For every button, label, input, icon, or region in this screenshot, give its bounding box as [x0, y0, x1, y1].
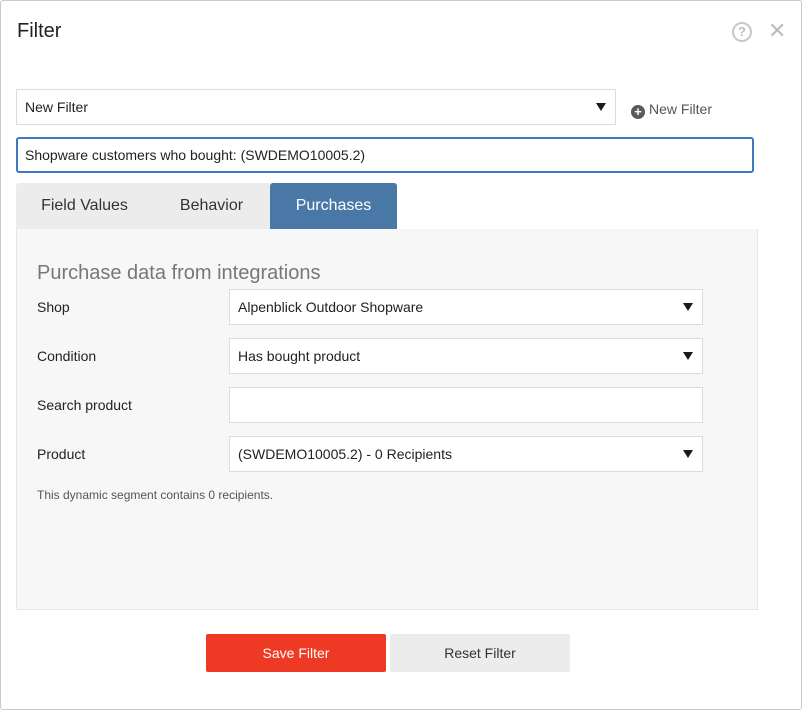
- filter-select[interactable]: New Filter: [16, 89, 616, 125]
- product-label: Product: [37, 446, 86, 462]
- dialog-title: Filter: [17, 20, 62, 42]
- plus-circle-icon: +: [631, 105, 645, 119]
- close-icon[interactable]: ✕: [768, 19, 786, 43]
- tab-behavior[interactable]: Behavior: [153, 183, 270, 229]
- condition-select-value: Has bought product: [238, 348, 361, 364]
- help-icon[interactable]: ?: [732, 22, 752, 42]
- new-filter-link[interactable]: + New Filter: [631, 101, 713, 119]
- shop-label: Shop: [37, 299, 70, 315]
- purchases-panel: Purchase data from integrations Shop Alp…: [16, 229, 758, 610]
- reset-filter-button[interactable]: Reset Filter: [390, 634, 570, 672]
- condition-select[interactable]: Has bought product: [229, 338, 703, 374]
- search-product-input[interactable]: [229, 387, 703, 423]
- filter-dialog: Filter ? ✕ New Filter + New Filter Shopwa…: [0, 0, 802, 710]
- caret-down-icon: [596, 103, 606, 111]
- save-filter-button[interactable]: Save Filter: [206, 634, 386, 672]
- caret-down-icon: [683, 450, 693, 458]
- product-select-value: (SWDEMO10005.2) - 0 Recipients: [238, 446, 452, 462]
- new-filter-label: New Filter: [649, 101, 713, 117]
- filter-name-input[interactable]: Shopware customers who bought: (SWDEMO10…: [16, 137, 754, 173]
- condition-label: Condition: [37, 348, 97, 364]
- filter-select-value: New Filter: [25, 99, 89, 115]
- search-product-label: Search product: [37, 397, 132, 413]
- tab-field-values[interactable]: Field Values: [16, 183, 153, 229]
- section-title: Purchase data from integrations: [37, 262, 321, 284]
- recipients-hint: This dynamic segment contains 0 recipien…: [37, 488, 274, 502]
- shop-select[interactable]: Alpenblick Outdoor Shopware: [229, 289, 703, 325]
- shop-select-value: Alpenblick Outdoor Shopware: [238, 299, 424, 315]
- product-select[interactable]: (SWDEMO10005.2) - 0 Recipients: [229, 436, 703, 472]
- caret-down-icon: [683, 352, 693, 360]
- caret-down-icon: [683, 303, 693, 311]
- tab-purchases[interactable]: Purchases: [270, 183, 397, 229]
